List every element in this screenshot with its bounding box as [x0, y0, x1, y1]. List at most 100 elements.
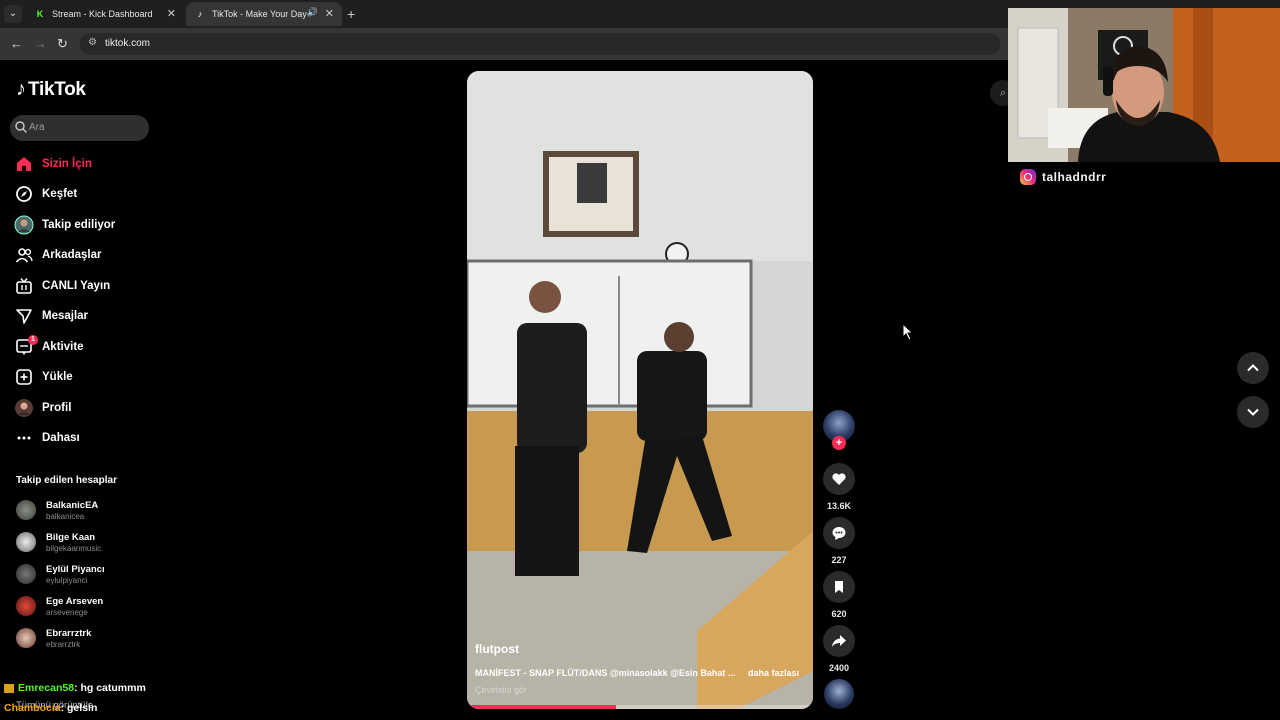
- nav-arkadaslar[interactable]: Arkadaşlar: [14, 243, 101, 267]
- notification-badge: 1: [28, 335, 38, 345]
- tab-title: TikTok - Make Your Day: [212, 9, 307, 19]
- speaker-icon[interactable]: 🔊: [307, 7, 318, 18]
- close-icon[interactable]: ✕: [167, 7, 176, 20]
- account-handle: ebrarrztrk: [46, 639, 81, 649]
- mouse-cursor-icon: [902, 323, 914, 341]
- new-tab-button[interactable]: +: [347, 6, 355, 22]
- forward-icon[interactable]: →: [34, 36, 47, 51]
- send-icon: [14, 306, 34, 326]
- friends-icon: [14, 245, 34, 265]
- reload-icon[interactable]: ↻: [57, 36, 68, 52]
- nav-label: Sizin İçin: [42, 158, 92, 170]
- like-count: 13.6K: [826, 501, 852, 511]
- chat-message: Emrecan58: hg catummm: [4, 682, 146, 694]
- comment-count: 227: [831, 555, 847, 565]
- nav-mesajlar[interactable]: Mesajlar: [14, 304, 88, 328]
- tab-title: Stream - Kick Dashboard: [52, 9, 153, 19]
- following-account[interactable]: BalkanicEA balkanicea: [16, 496, 98, 524]
- instagram-username: talhadndrr: [1042, 170, 1107, 184]
- following-account[interactable]: Eylül Piyancı eylulpiyanci: [16, 560, 105, 588]
- save-action[interactable]: 620: [823, 571, 855, 619]
- following-account[interactable]: Ebrarrztrk ebrarrztrk: [16, 624, 91, 652]
- close-icon[interactable]: ✕: [325, 7, 334, 20]
- tab-kick-dashboard[interactable]: K Stream - Kick Dashboard ✕: [26, 2, 184, 26]
- account-handle: balkanicea: [46, 511, 85, 521]
- video-progress-bar[interactable]: [467, 705, 813, 709]
- follow-plus-button[interactable]: +: [832, 436, 846, 450]
- nav-label: Arkadaşlar: [42, 249, 102, 261]
- search-placeholder: Ara: [29, 122, 45, 133]
- nav-aktivite[interactable]: 1 Aktivite: [14, 335, 84, 359]
- site-info-icon[interactable]: ⚙: [88, 37, 97, 48]
- see-translation-link[interactable]: Çevirisini gör: [475, 685, 527, 695]
- nav-profil[interactable]: Profil: [14, 396, 71, 420]
- nav-label: Aktivite: [42, 341, 84, 353]
- account-handle: eylulpiyanci: [46, 575, 88, 585]
- activity-icon: 1: [14, 335, 38, 357]
- chat-badge-icon: [4, 683, 14, 693]
- chat-text: : gelsin: [60, 702, 98, 714]
- comment-action[interactable]: 227: [823, 517, 855, 565]
- account-name: Ege Arseven: [46, 595, 104, 607]
- chat-message: Chambocia: gelsin: [4, 702, 97, 714]
- account-name: Eylül Piyancı: [46, 563, 105, 575]
- share-action[interactable]: 2400: [823, 625, 855, 673]
- chat-text: : hg catummm: [74, 682, 146, 694]
- nav-label: Yükle: [42, 371, 73, 383]
- nav-sizin-icin[interactable]: Sizin İçin: [14, 152, 92, 176]
- compass-icon: [14, 184, 34, 204]
- account-handle: arsevenege: [46, 607, 88, 617]
- music-disc[interactable]: [824, 679, 854, 709]
- following-account[interactable]: Ege Arseven arsevenege: [16, 592, 103, 620]
- video-progress-fill: [467, 705, 616, 709]
- home-icon: [14, 154, 34, 174]
- tab-tiktok[interactable]: ♪ TikTok - Make Your Day 🔊 ✕: [186, 2, 342, 26]
- nav-label: Takip ediliyor: [42, 219, 116, 231]
- back-icon[interactable]: ←: [10, 36, 23, 51]
- search-input[interactable]: Ara: [10, 115, 149, 141]
- nav-yukle[interactable]: Yükle: [14, 365, 73, 389]
- nav-takip-ediliyor[interactable]: Takip ediliyor: [14, 213, 115, 237]
- avatar: [16, 500, 36, 520]
- next-video-button[interactable]: [1237, 396, 1269, 428]
- nav-kesfet[interactable]: Keşfet: [14, 182, 77, 206]
- chevron-up-icon: [1247, 364, 1259, 372]
- live-tv-icon: [14, 276, 34, 296]
- url-text: tiktok.com: [105, 38, 151, 49]
- nav-label: Mesajlar: [42, 310, 89, 322]
- webcam-feed: [1008, 8, 1280, 162]
- logo-text: TikTok: [28, 78, 86, 100]
- url-field[interactable]: ⚙ tiktok.com: [80, 33, 1000, 55]
- video-player[interactable]: flutpost MANİFEST - SNAP FLÜT/DANS @mina…: [467, 71, 813, 709]
- chat-username: Emrecan58: [18, 682, 75, 694]
- bookmark-icon[interactable]: [823, 571, 855, 603]
- comment-icon[interactable]: [823, 517, 855, 549]
- avatar: [16, 596, 36, 616]
- tiktok-logo[interactable]: ♪ TikTok: [16, 78, 86, 101]
- tab-search-button[interactable]: ⌄: [4, 5, 22, 23]
- previous-video-button[interactable]: [1237, 352, 1269, 384]
- tiktok-note-icon: ♪: [16, 78, 26, 100]
- nav-label: Dahası: [42, 432, 80, 444]
- heart-icon[interactable]: [823, 463, 855, 495]
- nav-label: CANLI Yayın: [42, 280, 111, 292]
- video-caption: MANİFEST - SNAP FLÜT/DANS @minasolakk @E…: [475, 668, 736, 678]
- account-name: Ebrarrztrk: [46, 627, 92, 639]
- see-more-button[interactable]: daha fazlası: [748, 668, 799, 678]
- nav-label: Keşfet: [42, 188, 78, 200]
- search-icon: [15, 121, 27, 133]
- following-account[interactable]: Bilge Kaan bilgekaanmusic: [16, 528, 101, 556]
- webcam-image: [1008, 8, 1280, 162]
- account-handle: bilgekaanmusic: [46, 543, 102, 553]
- kick-icon: K: [34, 8, 46, 20]
- share-icon[interactable]: [823, 625, 855, 657]
- nav-canli-yayin[interactable]: CANLI Yayın: [14, 274, 110, 298]
- account-name: BalkanicEA: [46, 499, 99, 511]
- like-action[interactable]: 13.6K: [823, 463, 855, 511]
- instagram-handle: talhadndrr: [1020, 169, 1106, 185]
- video-frame: [467, 71, 813, 709]
- chevron-down-icon: [1247, 408, 1259, 416]
- nav-dahasi[interactable]: Dahası: [14, 426, 80, 450]
- more-dots-icon: [14, 428, 34, 448]
- video-author[interactable]: flutpost: [475, 642, 519, 656]
